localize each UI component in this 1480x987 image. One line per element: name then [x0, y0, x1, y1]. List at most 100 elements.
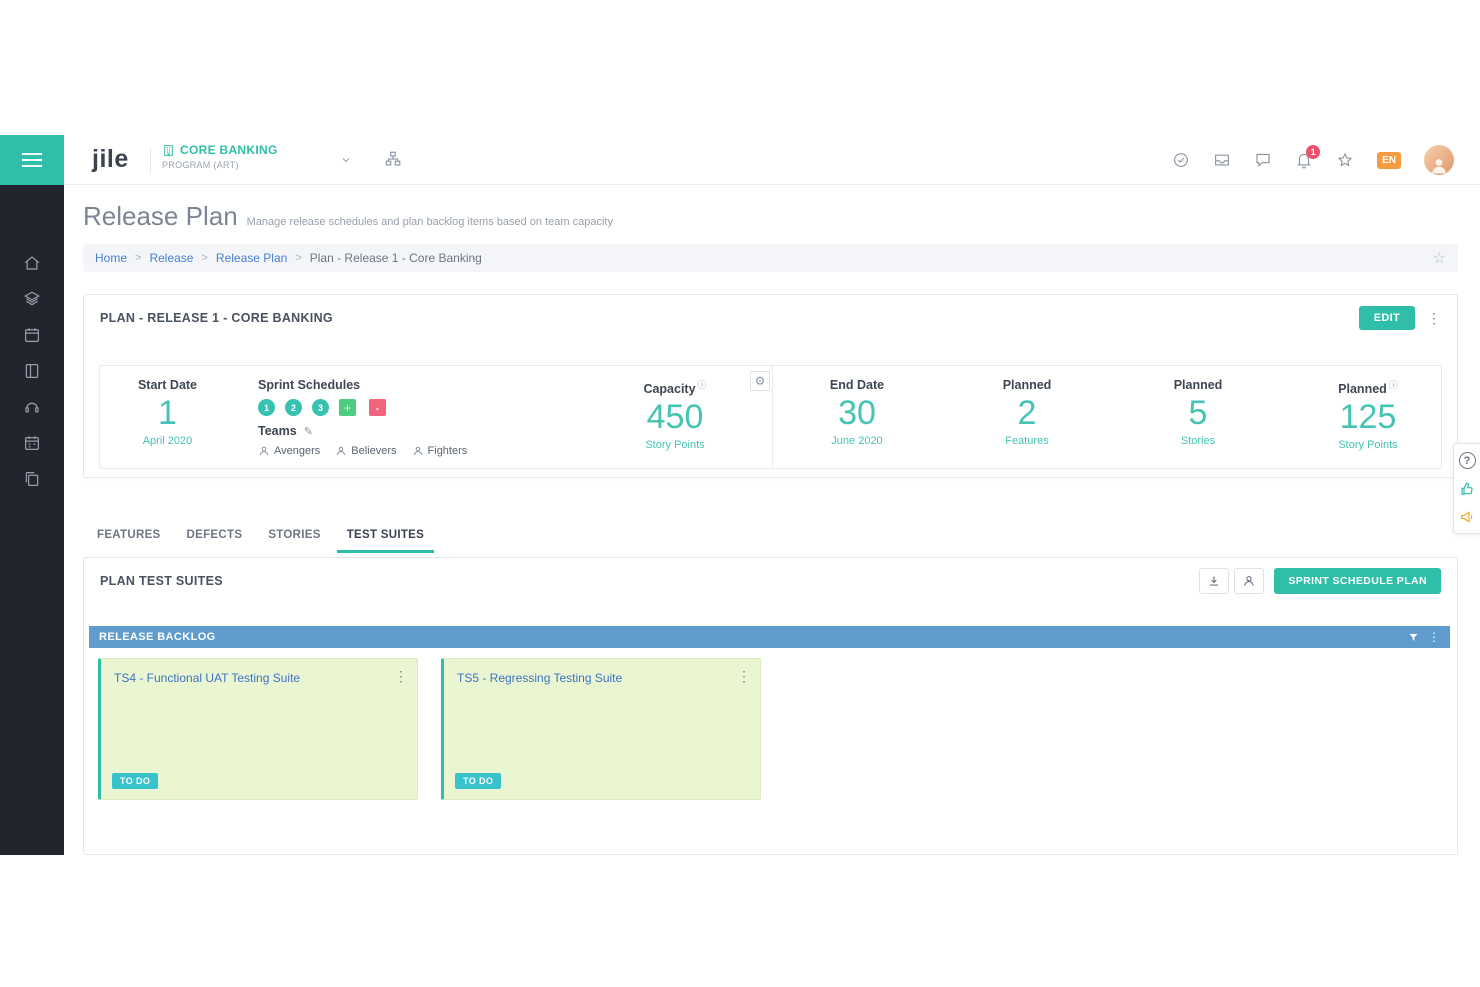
- capacity-stat: Capacityⓘ 450 Story Points: [605, 378, 745, 451]
- status-badge: TO DO: [112, 773, 158, 789]
- copy-icon: [23, 470, 41, 488]
- capacity-sub: Story Points: [605, 439, 745, 451]
- tab-stories[interactable]: STORIES: [258, 525, 330, 553]
- planned-points-value: 125: [1298, 397, 1438, 438]
- info-icon[interactable]: ⓘ: [698, 380, 707, 390]
- sidebar-item-home[interactable]: [21, 252, 43, 274]
- edit-teams-pencil-icon[interactable]: ✎: [304, 425, 313, 438]
- release-backlog-title: RELEASE BACKLOG: [99, 631, 216, 643]
- breadcrumb: Home > Release > Release Plan > Plan - R…: [83, 244, 1458, 272]
- test-suite-card-ts5[interactable]: TS5 - Regressing Testing Suite ⋮ TO DO: [441, 658, 761, 800]
- end-date-sub: June 2020: [787, 435, 927, 447]
- sprint-schedule-plan-button[interactable]: SPRINT SCHEDULE PLAN: [1274, 568, 1441, 594]
- sprint-3-button[interactable]: 3: [312, 399, 329, 416]
- tab-features[interactable]: FEATURES: [87, 525, 171, 553]
- start-date-stat: Start Date 1 April 2020: [100, 378, 235, 447]
- card-more-options-icon[interactable]: ⋮: [737, 669, 751, 683]
- hamburger-menu-button[interactable]: [0, 135, 64, 185]
- info-icon[interactable]: ⓘ: [1389, 380, 1398, 390]
- breadcrumb-separator: >: [201, 252, 207, 264]
- person-icon: [258, 445, 270, 457]
- planned-points-label: Planned: [1338, 382, 1387, 396]
- download-button[interactable]: [1199, 568, 1229, 594]
- chat-icon[interactable]: [1254, 151, 1272, 169]
- jile-logo[interactable]: jile: [92, 145, 129, 174]
- chevron-down-icon[interactable]: [340, 153, 352, 171]
- team-chip-avengers[interactable]: Avengers: [258, 445, 320, 457]
- hierarchy-icon[interactable]: [384, 150, 402, 173]
- start-date-sub: April 2020: [100, 435, 235, 447]
- user-avatar[interactable]: [1424, 145, 1454, 175]
- inbox-icon[interactable]: [1213, 151, 1231, 169]
- backlog-more-options-icon[interactable]: ⋮: [1428, 631, 1440, 643]
- workspace-name: CORE BANKING: [180, 143, 278, 157]
- backlog-cards-row: TS4 - Functional UAT Testing Suite ⋮ TO …: [98, 658, 761, 800]
- filter-icon[interactable]: [1408, 632, 1419, 643]
- assign-user-button[interactable]: [1234, 568, 1264, 594]
- card-more-options-icon[interactable]: ⋮: [394, 669, 408, 683]
- thumbs-up-icon[interactable]: [1459, 481, 1475, 497]
- status-badge: TO DO: [455, 773, 501, 789]
- start-date-label: Start Date: [100, 378, 235, 392]
- sidebar-item-support[interactable]: [21, 396, 43, 418]
- headset-icon: [23, 398, 41, 416]
- end-date-label: End Date: [787, 378, 927, 392]
- person-icon: [1242, 574, 1256, 588]
- sidebar-item-board[interactable]: [21, 360, 43, 382]
- sprint-2-button[interactable]: 2: [285, 399, 302, 416]
- bookmark-star-icon[interactable]: ☆: [1433, 249, 1446, 267]
- person-icon: [335, 445, 347, 457]
- workspace-selector[interactable]: CORE BANKING PROGRAM (ART): [162, 143, 278, 170]
- language-badge[interactable]: EN: [1377, 152, 1401, 169]
- plan-test-suites-card: PLAN TEST SUITES SPRINT SCHEDULE PLAN RE…: [83, 557, 1458, 855]
- planned-features-value: 2: [957, 393, 1097, 434]
- tab-defects[interactable]: DEFECTS: [177, 525, 253, 553]
- favorites-star-icon[interactable]: [1336, 151, 1354, 169]
- sidebar-item-planning[interactable]: [21, 324, 43, 346]
- test-suite-title[interactable]: TS5 - Regressing Testing Suite: [457, 671, 727, 685]
- test-suite-title[interactable]: TS4 - Functional UAT Testing Suite: [114, 671, 384, 685]
- top-bar: jile CORE BANKING PROGRAM (ART): [64, 135, 1480, 185]
- more-options-icon[interactable]: ⋮: [1427, 311, 1441, 325]
- calendar-alt-icon: [23, 434, 41, 452]
- home-icon: [23, 254, 41, 272]
- help-icon[interactable]: ?: [1459, 452, 1476, 469]
- calendar-icon: [23, 326, 41, 344]
- layers-icon: [23, 290, 41, 308]
- edit-button[interactable]: EDIT: [1359, 306, 1415, 330]
- sidebar-item-reports[interactable]: [21, 468, 43, 490]
- planned-stories-value: 5: [1128, 393, 1268, 434]
- team-chip-fighters[interactable]: Fighters: [412, 445, 468, 457]
- divider: [772, 366, 773, 468]
- sidebar-item-schedule[interactable]: [21, 432, 43, 454]
- breadcrumb-release-plan[interactable]: Release Plan: [216, 251, 287, 265]
- divider: [150, 148, 151, 173]
- end-date-value: 30: [787, 393, 927, 434]
- content-tabs: FEATURES DEFECTS STORIES TEST SUITES: [87, 525, 434, 553]
- sidebar-item-backlog[interactable]: [21, 288, 43, 310]
- remove-sprint-button[interactable]: -: [369, 399, 386, 416]
- board-icon: [23, 362, 41, 380]
- sprint-1-button[interactable]: 1: [258, 399, 275, 416]
- plan-stats-panel: Start Date 1 April 2020 Sprint Schedules…: [99, 365, 1442, 469]
- planned-features-stat: Planned 2 Features: [957, 378, 1097, 447]
- planned-stories-sub: Stories: [1128, 435, 1268, 447]
- tab-test-suites[interactable]: TEST SUITES: [337, 525, 434, 553]
- breadcrumb-release[interactable]: Release: [149, 251, 193, 265]
- team-chip-believers[interactable]: Believers: [335, 445, 396, 457]
- planned-stories-stat: Planned 5 Stories: [1128, 378, 1268, 447]
- test-suites-title: PLAN TEST SUITES: [100, 574, 223, 588]
- check-circle-icon[interactable]: [1172, 151, 1190, 169]
- notifications-bell-icon[interactable]: 1: [1295, 151, 1313, 169]
- plan-summary-card: PLAN - RELEASE 1 - CORE BANKING EDIT ⋮ S…: [83, 294, 1458, 478]
- test-suite-card-ts4[interactable]: TS4 - Functional UAT Testing Suite ⋮ TO …: [98, 658, 418, 800]
- release-backlog-bar: RELEASE BACKLOG ⋮: [89, 626, 1450, 648]
- capacity-settings-gear-icon[interactable]: ⚙: [750, 371, 770, 391]
- start-date-value: 1: [100, 393, 235, 434]
- topbar-actions: 1 EN: [1172, 135, 1454, 185]
- team-name: Avengers: [274, 445, 320, 457]
- add-sprint-button[interactable]: +: [339, 399, 356, 416]
- download-icon: [1207, 574, 1221, 588]
- breadcrumb-home[interactable]: Home: [95, 251, 127, 265]
- announcement-icon[interactable]: [1459, 509, 1475, 525]
